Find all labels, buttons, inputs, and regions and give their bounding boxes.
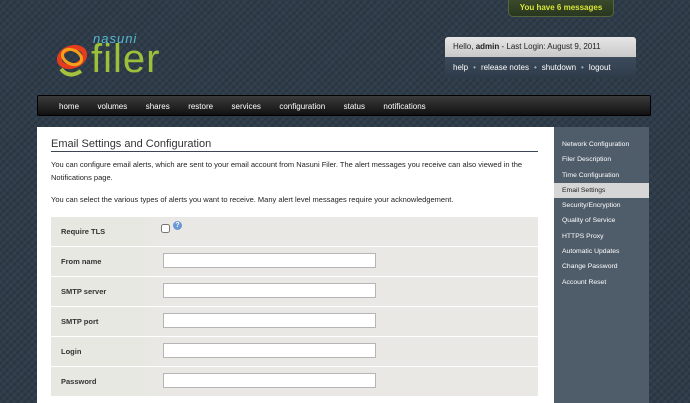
form-row-password: Password [51, 367, 538, 397]
nav-notifications[interactable]: notifications [383, 97, 425, 116]
help-link[interactable]: help [453, 63, 468, 72]
from-name-input[interactable] [163, 253, 376, 268]
messages-tab[interactable]: You have 6 messages [508, 0, 614, 17]
sidebar-item-filer-description[interactable]: Filer Description [554, 152, 649, 167]
main-content: Email Settings and Configuration You can… [37, 127, 554, 403]
sidebar-item-security-encryption[interactable]: Security/Encryption [554, 198, 649, 213]
nav-status[interactable]: status [344, 97, 365, 116]
smtp-port-label: SMTP port [61, 317, 99, 326]
require-tls-field: ? [151, 217, 538, 246]
form-row-require-tls: Require TLS ? [51, 217, 538, 247]
shutdown-link[interactable]: shutdown [542, 63, 576, 72]
password-label: Password [61, 377, 97, 386]
intro-paragraph-2: You can select the various types of aler… [51, 195, 454, 204]
main-nav: home volumes shares restore services con… [37, 95, 651, 116]
nav-configuration[interactable]: configuration [279, 97, 325, 116]
require-tls-checkbox[interactable] [161, 224, 170, 233]
last-login: - Last Login: August 9, 2011 [501, 42, 601, 51]
from-name-field [151, 247, 538, 276]
form-row-smtp-server: SMTP server [51, 277, 538, 307]
password-input[interactable] [163, 373, 376, 388]
sidebar-item-time-configuration[interactable]: Time Configuration [554, 168, 649, 183]
sidebar-item-https-proxy[interactable]: HTTPS Proxy [554, 229, 649, 244]
username: admin [475, 42, 500, 51]
config-sidebar: Network Configuration Filer Description … [554, 127, 649, 403]
form-row-login: Login [51, 337, 538, 367]
sidebar-item-account-reset[interactable]: Account Reset [554, 275, 649, 290]
smtp-port-field [151, 307, 538, 336]
logo-swirl-icon [56, 44, 88, 77]
form-row-smtp-port: SMTP port [51, 307, 538, 337]
login-field [151, 337, 538, 366]
help-icon[interactable]: ? [173, 221, 182, 230]
user-links: help • release notes • shutdown • logout [445, 57, 636, 79]
smtp-server-field [151, 277, 538, 306]
intro-paragraph-1: You can configure email alerts, which ar… [51, 160, 523, 182]
nav-home[interactable]: home [59, 97, 79, 116]
page-title: Email Settings and Configuration [51, 138, 212, 150]
email-settings-form: Require TLS ? From name SMTP server SMTP… [51, 217, 538, 397]
sidebar-item-email-settings[interactable]: Email Settings [554, 182, 649, 199]
separator-dot: • [473, 63, 476, 72]
sidebar-item-network-configuration[interactable]: Network Configuration [554, 137, 649, 152]
logo-filer-text: filer [91, 37, 161, 81]
smtp-server-input[interactable] [163, 283, 376, 298]
password-field [151, 367, 538, 396]
login-label: Login [61, 347, 82, 356]
logout-link[interactable]: logout [589, 63, 611, 72]
user-box: Hello, admin - Last Login: August 9, 201… [445, 37, 636, 79]
nav-volumes[interactable]: volumes [97, 97, 127, 116]
nasuni-filer-logo[interactable]: nasuni filer [55, 31, 205, 83]
smtp-server-label: SMTP server [61, 287, 107, 296]
sidebar-item-automatic-updates[interactable]: Automatic Updates [554, 244, 649, 259]
title-divider [51, 151, 538, 152]
sidebar-item-change-password[interactable]: Change Password [554, 259, 649, 274]
login-info: Hello, admin - Last Login: August 9, 201… [445, 37, 636, 57]
from-name-label: From name [61, 257, 102, 266]
separator-dot: • [533, 63, 537, 72]
require-tls-label: Require TLS [61, 227, 106, 236]
nav-services[interactable]: services [232, 97, 261, 116]
smtp-port-input[interactable] [163, 313, 376, 328]
greeting: Hello, [453, 42, 474, 51]
login-input[interactable] [163, 343, 376, 358]
nav-restore[interactable]: restore [188, 97, 213, 116]
release-notes-link[interactable]: release notes [481, 63, 529, 72]
nav-shares[interactable]: shares [146, 97, 170, 116]
sidebar-item-quality-of-service[interactable]: Quality of Service [554, 213, 649, 228]
separator-dot: • [581, 63, 584, 72]
form-row-from-name: From name [51, 247, 538, 277]
